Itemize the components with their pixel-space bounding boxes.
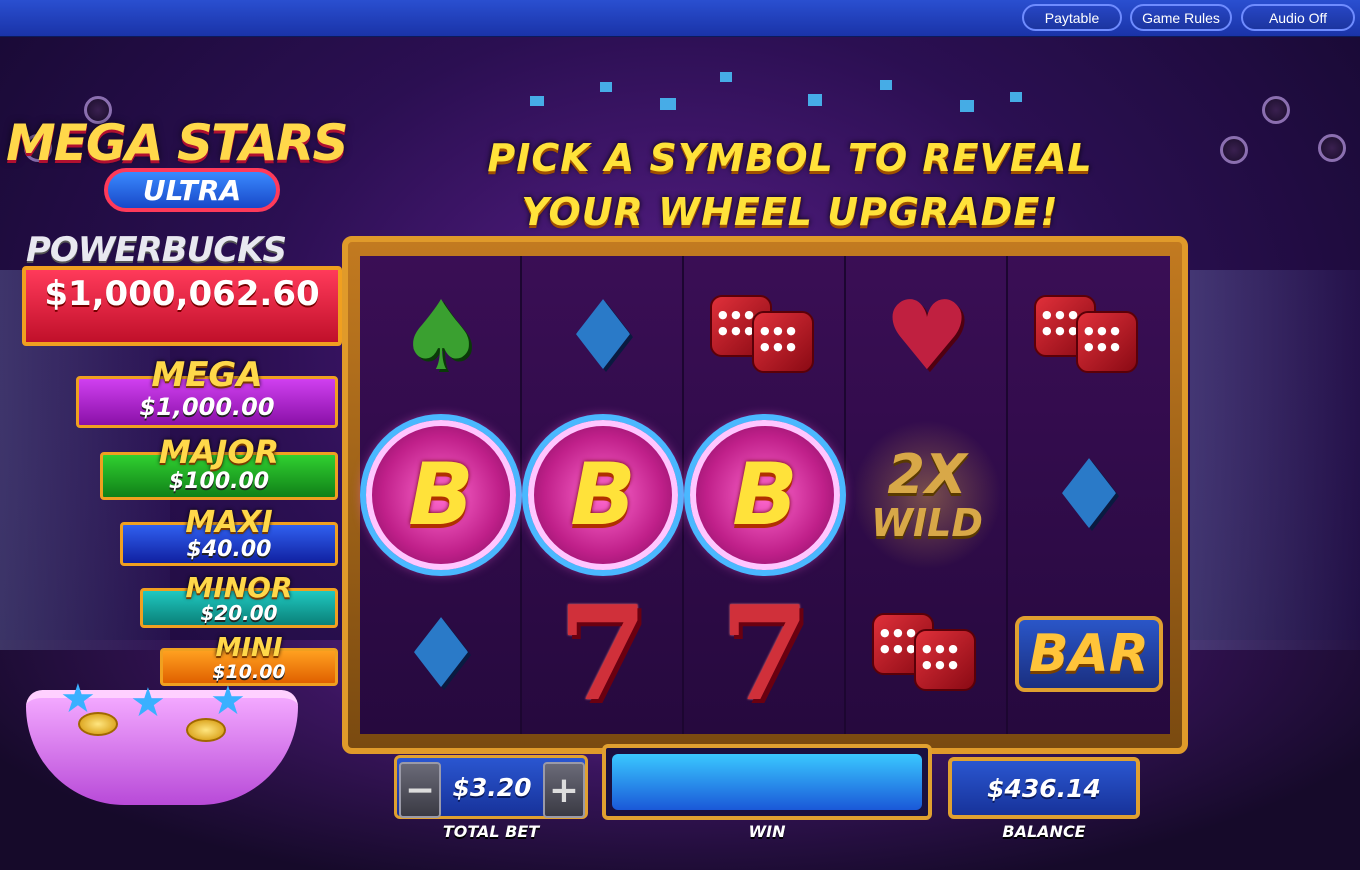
sparkle-pixel: [600, 82, 612, 92]
pick-instruction-line2: YOUR WHEEL UPGRADE!: [521, 190, 1059, 234]
jackpot-value: $100.00: [168, 469, 270, 494]
powerbucks-value: $1,000,062.60: [44, 274, 320, 314]
reel-grid: ♠ B ♦ ♦ B 7 ● ● ● ● ● ● ● ● ● ● ● ● B 7 …: [360, 256, 1170, 734]
balance-display: $436.14: [948, 757, 1140, 819]
pick-instruction-line1: PICK A SYMBOL TO REVEAL: [487, 136, 1093, 180]
star-icon: ★: [210, 678, 246, 724]
right-stage-panel: [1190, 270, 1360, 650]
spotlight-icon: [1220, 136, 1248, 164]
top-bar: Paytable Game Rules Audio Off: [0, 0, 1360, 37]
increase-bet-button[interactable]: +: [543, 762, 585, 818]
balance-value: $436.14: [987, 773, 1101, 803]
game-rules-button[interactable]: Game Rules: [1130, 4, 1232, 31]
sparkle-pixel: [880, 80, 892, 90]
jackpot-minor: MINOR $20.00: [140, 571, 338, 628]
diamond-icon: ♦: [559, 279, 647, 392]
game-logo-subtitle: ULTRA: [104, 168, 280, 212]
bonus-pick-symbol[interactable]: B: [528, 419, 678, 570]
sparkle-pixel: [530, 96, 544, 106]
total-bet-control: − $3.20 +: [394, 755, 588, 819]
reel-4: ♥ 2X WILD: [846, 256, 1008, 734]
win-display: [602, 744, 932, 820]
sparkle-pixel: [1010, 92, 1022, 102]
jackpot-value: $10.00: [212, 661, 286, 683]
reel-2: ♦ B 7: [522, 256, 684, 734]
reel-cell[interactable]: B: [360, 415, 522, 574]
wild-label: WILD: [871, 500, 983, 545]
jackpot-mini: MINI $10.00: [160, 633, 338, 686]
wild-multiplier: 2X: [887, 442, 967, 506]
seven-symbol: 7: [719, 577, 811, 730]
sparkle-pixel: [660, 98, 676, 110]
dice-icon: [1034, 291, 1144, 381]
jackpot-maxi: MAXI $40.00: [120, 505, 338, 566]
wild-2x-symbol: 2X WILD: [852, 419, 1002, 570]
jackpot-mega: MEGA $1,000.00: [76, 355, 338, 428]
sparkle-pixel: [808, 94, 822, 106]
jackpot-name: MAJOR: [158, 433, 280, 471]
audio-toggle-button[interactable]: Audio Off: [1241, 4, 1355, 31]
reel-3: B 7: [684, 256, 846, 734]
spotlight-icon: [1262, 96, 1290, 124]
reel-cell: [1008, 256, 1170, 415]
sparkle-pixel: [960, 100, 974, 112]
spotlight-icon: [1318, 134, 1346, 162]
sparkle-pixel: [720, 72, 732, 82]
bonus-pick-symbol[interactable]: B: [690, 419, 840, 570]
bonus-pick-symbol[interactable]: B: [366, 419, 516, 570]
heart-icon: ♥: [883, 279, 971, 392]
spade-icon: ♠: [397, 279, 485, 392]
total-bet-value: $3.20: [452, 772, 532, 802]
seven-symbol: 7: [557, 577, 649, 730]
reel-cell: 2X WILD: [846, 415, 1008, 574]
reel-cell: 7: [684, 574, 846, 733]
jackpot-value: $40.00: [186, 537, 272, 562]
decrease-bet-button[interactable]: −: [399, 762, 441, 818]
balance-label: BALANCE: [1002, 822, 1086, 841]
jackpot-major: MAJOR $100.00: [100, 433, 338, 500]
win-value: [612, 754, 922, 810]
reel-cell: ♦: [360, 574, 522, 733]
dice-icon: [710, 291, 820, 381]
powerbucks-jackpot: $1,000,062.60: [22, 266, 342, 346]
win-label: WIN: [748, 822, 786, 841]
reel-cell: BAR: [1008, 574, 1170, 733]
bar-symbol: BAR: [1015, 615, 1163, 692]
reel-cell: ♦: [522, 256, 684, 415]
powerbucks-label: POWERBUCKS: [26, 230, 287, 270]
dice-icon: [872, 609, 982, 699]
diamond-icon: ♦: [1045, 438, 1133, 551]
reel-cell: ♥: [846, 256, 1008, 415]
jackpot-name: MAXI: [185, 505, 273, 540]
reel-cell: ♦: [1008, 415, 1170, 574]
jackpot-name: MINOR: [185, 571, 293, 604]
reel-5: ♦ BAR: [1008, 256, 1170, 734]
reel-cell: [684, 256, 846, 415]
star-icon: ★: [130, 680, 166, 726]
reel-cell: ♠: [360, 256, 522, 415]
jackpot-name: MEGA: [151, 355, 263, 395]
reel-1: ♠ B ♦: [360, 256, 522, 734]
jackpot-name: MINI: [215, 633, 283, 663]
jackpot-value: $1,000.00: [139, 393, 275, 421]
diamond-icon: ♦: [397, 597, 485, 710]
reel-frame: ♠ B ♦ ♦ B 7 ● ● ● ● ● ● ● ● ● ● ● ● B 7 …: [342, 236, 1188, 754]
reel-cell: [846, 574, 1008, 733]
reel-cell[interactable]: B: [522, 415, 684, 574]
reel-cell[interactable]: B: [684, 415, 846, 574]
game-logo-title: MEGA STARS: [6, 114, 349, 172]
reel-cell: 7: [522, 574, 684, 733]
total-bet-label: TOTAL BET: [442, 822, 540, 841]
paytable-button[interactable]: Paytable: [1022, 4, 1122, 31]
jackpot-value: $20.00: [200, 601, 278, 625]
star-icon: ★: [60, 676, 96, 722]
